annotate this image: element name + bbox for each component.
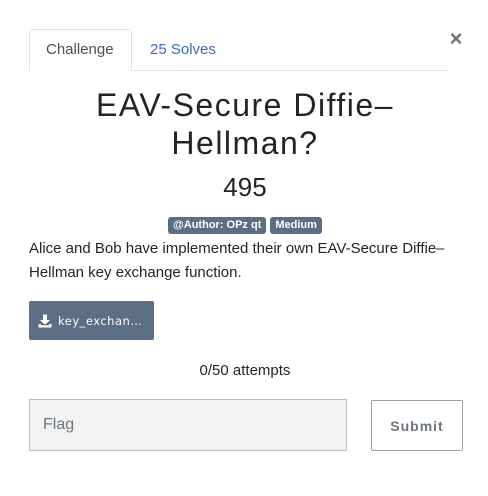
challenge-title: EAV-Secure Diffie–Hellman? [96,87,394,161]
file-download-button[interactable]: key_exchang... [29,301,154,340]
challenge-tags: @Author: OPz qt Medium [0,217,488,234]
download-icon [38,314,52,327]
author-tag: @Author: OPz qt [168,217,267,234]
challenge-description: Alice and Bob have implemented their own… [29,240,445,281]
challenge-tabs: Challenge 25 Solves [29,29,449,71]
challenge-points: 495 [223,172,267,202]
tab-solves[interactable]: 25 Solves [133,29,233,71]
challenge-modal: × Challenge 25 Solves EAV-Secure Diffie–… [0,0,488,496]
difficulty-tag: Medium [270,217,322,234]
attempts-counter: 0/50 attempts [199,362,291,379]
flag-input[interactable] [29,399,347,451]
file-download-label: key_exchang... [58,313,146,328]
tab-challenge[interactable]: Challenge [29,29,132,71]
close-button[interactable]: × [447,28,465,50]
submit-button[interactable]: Submit [371,400,463,451]
